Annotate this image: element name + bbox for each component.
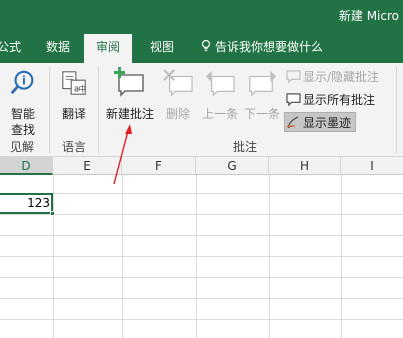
annotation-arrow [113,124,132,185]
